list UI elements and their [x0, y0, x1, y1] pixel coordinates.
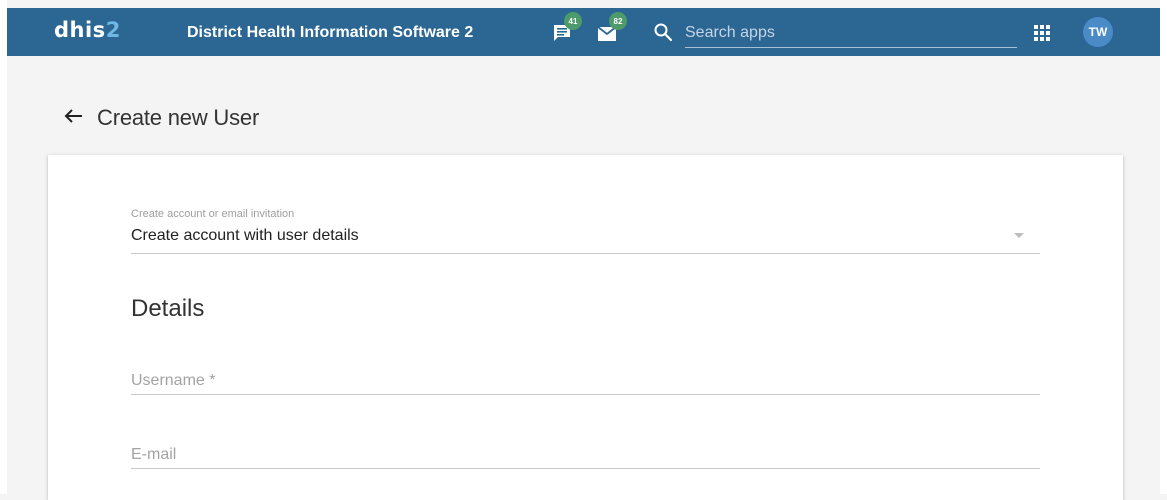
logo-accent-text: 2	[105, 18, 121, 42]
account-type-label: Create account or email invitation	[131, 208, 295, 220]
interpretations-button[interactable]: 82	[597, 12, 627, 43]
top-header-bar: dhis2 District Health Information Softwa…	[7, 8, 1160, 56]
user-form-card: Create account or email invitation Creat…	[48, 155, 1123, 500]
apps-grid-icon[interactable]	[1034, 25, 1050, 41]
messages-badge: 41	[564, 12, 582, 30]
account-type-value: Create account with user details	[131, 227, 359, 244]
caret-down-icon	[1014, 233, 1024, 238]
logo-text: dhis	[54, 18, 106, 42]
email-input[interactable]	[131, 446, 1040, 464]
details-section-title: Details	[131, 295, 205, 322]
email-field	[131, 430, 1040, 469]
user-avatar[interactable]: TW	[1083, 17, 1113, 47]
search-icon	[654, 23, 673, 42]
interpretations-badge: 82	[609, 12, 627, 30]
search-field	[685, 18, 1017, 48]
username-field	[131, 355, 1040, 395]
page-title: Create new User	[97, 105, 260, 130]
username-input[interactable]	[131, 372, 1040, 390]
account-type-select[interactable]: Create account or email invitation Creat…	[131, 208, 1040, 254]
search-apps-input[interactable]	[685, 18, 1017, 47]
app-title: District Health Information Software 2	[187, 24, 474, 41]
dhis2-logo[interactable]: dhis2	[54, 18, 121, 42]
arrow-left-icon[interactable]	[63, 105, 85, 127]
messages-button[interactable]: 41	[552, 12, 582, 43]
